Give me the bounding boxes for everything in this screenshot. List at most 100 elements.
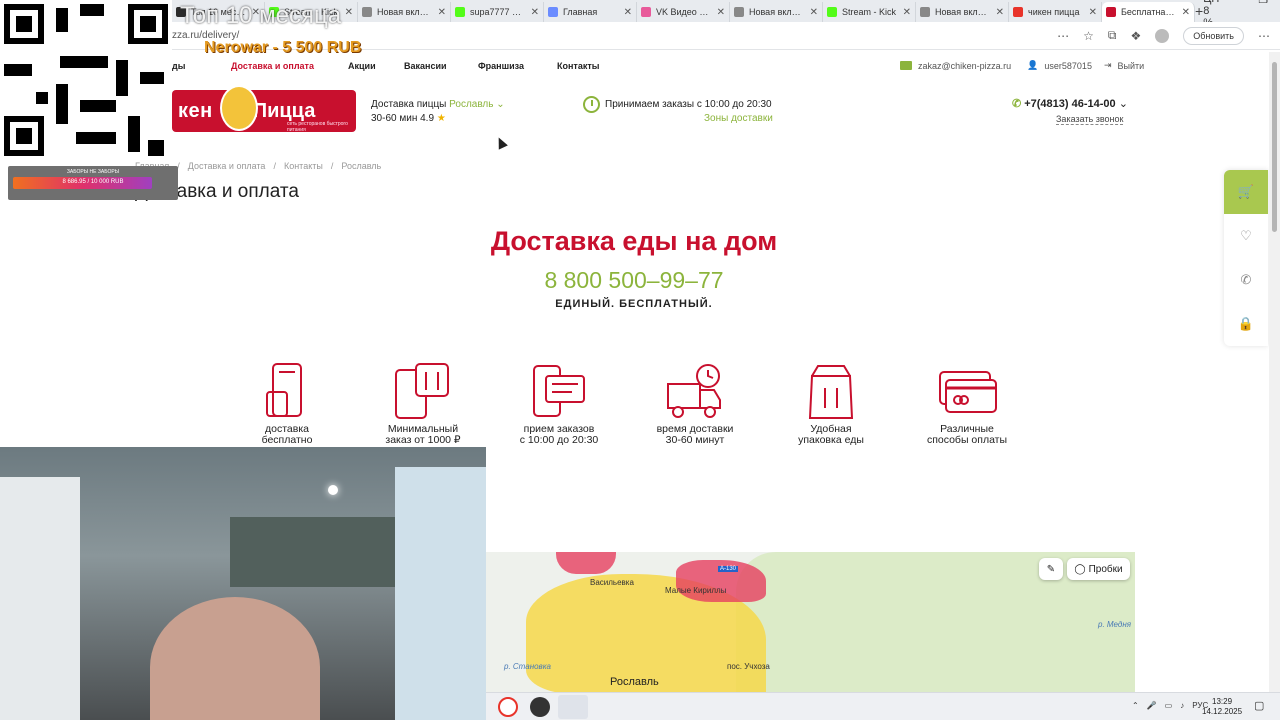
phone-delivery-icon — [266, 363, 302, 417]
delivery-city-selector[interactable]: Доставка пиццы Рославль ⌄ — [371, 99, 505, 110]
tab-close-icon[interactable]: ✕ — [438, 7, 446, 18]
star-icon: ★ — [436, 113, 446, 124]
webcam-lamp — [328, 485, 338, 495]
donation-alert: Nerowar - 5 500 RUB — [204, 39, 362, 56]
volume-icon[interactable]: ♪ — [1180, 701, 1184, 710]
nav-item-promos[interactable]: Акции — [348, 61, 376, 71]
menu-icon[interactable]: ⋯ — [1258, 29, 1270, 43]
chevron-down-icon: ⌄ — [496, 99, 505, 110]
browser-tab[interactable]: чикен пицца ✕ — [1009, 2, 1102, 22]
tab-label: чикен пицца — [1028, 7, 1080, 17]
favorites-heart-icon[interactable]: ♡ — [1224, 214, 1268, 258]
browser-tab[interactable]: Stream - Kick ✕ — [823, 2, 916, 22]
city-name[interactable]: Рославль — [449, 99, 493, 110]
breadcrumb-delivery[interactable]: Доставка и оплата — [188, 161, 266, 171]
right-sidebar: 🛒 ♡ ✆ 🔒 — [1224, 170, 1268, 346]
credit-card-icon — [939, 371, 997, 413]
tab-favicon-icon — [641, 7, 651, 17]
nav-item-vacancies[interactable]: Вакансии — [404, 61, 447, 71]
logo-subtitle: сеть ресторанов быстрого питания — [287, 121, 348, 133]
chicken-mascot-icon — [220, 85, 258, 131]
map-label: Малые Кириллы — [665, 586, 727, 595]
taskbar-clock[interactable]: 13:29 14.12.2025 — [1202, 697, 1242, 717]
tab-label: Новая вкладка — [749, 7, 806, 17]
lock-icon[interactable]: 🔒 — [1224, 302, 1268, 346]
tab-favicon-icon — [920, 7, 930, 17]
update-button[interactable]: Обновить — [1183, 26, 1244, 45]
map-label: пос. Учхоза — [727, 662, 770, 671]
cart-icon[interactable]: 🛒 — [1224, 170, 1268, 214]
nav-item-delivery[interactable]: Доставка и оплата — [231, 61, 314, 71]
hero-phone[interactable]: 8 800 500–99–77 — [0, 267, 1268, 294]
collections-icon[interactable]: ❖ — [1130, 29, 1141, 43]
traffic-button[interactable]: ◯ Пробки — [1067, 558, 1130, 580]
browser-tab[interactable]: Главная ✕ — [544, 2, 637, 22]
phone-number[interactable]: +7(4813) 46-14-00 — [1024, 98, 1115, 110]
webcam-person — [150, 597, 320, 720]
delivery-zones-link[interactable]: Зоны доставки — [704, 113, 773, 124]
feature-free-delivery: доставка бесплатно — [222, 362, 352, 446]
email-link[interactable]: zakaz@chiken-pizza.ru — [918, 61, 1011, 71]
tab-close-icon[interactable]: ✕ — [345, 7, 353, 18]
chevron-down-icon[interactable]: ⌄ — [1119, 98, 1128, 110]
app-icon[interactable] — [530, 697, 550, 717]
logout-link[interactable]: Выйти — [1118, 61, 1145, 71]
map-road-label: А-130 — [718, 566, 739, 572]
stream-top-banner: Топ 10 месяца — [180, 2, 342, 29]
tab-close-icon[interactable]: ✕ — [717, 7, 725, 18]
browser-tab[interactable]: Бесплатная д ✕ — [1102, 2, 1195, 22]
tab-close-icon[interactable]: ✕ — [1089, 7, 1097, 18]
bookmark-star-icon[interactable]: ☆ — [1083, 29, 1094, 43]
profile-avatar[interactable] — [1155, 28, 1170, 43]
map-river-label: р. Медня — [1098, 620, 1132, 629]
site-top-nav: ды Доставка и оплата Акции Вакансии Фран… — [0, 56, 1260, 76]
order-hours: Принимаем заказы с 10:00 до 20:30 — [605, 99, 772, 110]
call-icon[interactable]: ✆ — [1224, 258, 1268, 302]
delivery-time-text: 30-60 мин 4.9 — [371, 113, 435, 124]
browser-tab[interactable]: Новая вкладка ✕ — [916, 2, 1009, 22]
top-right-links: zakaz@chiken-pizza.ru 👤 user587015 ⇥ Вый… — [900, 60, 1144, 71]
tab-label: Новая вкладка — [935, 7, 992, 17]
system-tray: ⌃ 🎤 ▭ ♪ РУС — [1132, 701, 1208, 710]
yandex-browser-icon[interactable] — [498, 697, 518, 717]
nav-item-foods[interactable]: ды — [172, 61, 185, 71]
browser-tab[interactable]: VK Видео — с ✕ — [637, 2, 730, 22]
mail-icon — [900, 61, 912, 70]
network-icon[interactable]: ▭ — [1165, 701, 1173, 710]
obs-icon[interactable] — [558, 695, 588, 719]
new-tab-button[interactable]: + — [1195, 3, 1203, 19]
tab-close-icon[interactable]: ✕ — [531, 7, 539, 18]
delivery-time-rating: 30-60 мин 4.9 ★ — [371, 113, 446, 124]
notifications-icon[interactable]: ▢ — [1254, 699, 1264, 712]
chevron-up-icon[interactable]: ⌃ — [1132, 701, 1139, 710]
tab-close-icon[interactable]: ✕ — [810, 7, 818, 18]
feature-label-2b: заказ от 1000 ₽ — [385, 434, 461, 446]
tab-close-icon[interactable]: ✕ — [903, 7, 911, 18]
tab-close-icon[interactable]: ✕ — [624, 7, 632, 18]
extensions-icon[interactable]: ⧉ — [1108, 28, 1117, 43]
hero-subtitle: ЕДИНЫЙ. БЕСПЛАТНЫЙ. — [555, 298, 713, 310]
feature-label-4b: 30-60 минут — [665, 434, 725, 446]
mic-icon[interactable]: 🎤 — [1147, 701, 1157, 710]
tab-close-icon[interactable]: ✕ — [1182, 7, 1190, 18]
chat-phone-icon — [533, 365, 585, 417]
hero-title: Доставка еды на дом — [490, 226, 778, 256]
site-logo[interactable]: кен Пицца сеть ресторанов быстрого питан… — [172, 85, 356, 133]
nav-item-franchise[interactable]: Франшиза — [478, 61, 524, 71]
reader-icon[interactable]: ⋯ — [1057, 29, 1069, 43]
webcam-cabinet — [230, 517, 400, 587]
delivery-zones-map[interactable]: Васильевка Малые Кириллы А-130 пос. Учхо… — [486, 552, 1135, 692]
page-scrollbar[interactable] — [1269, 52, 1280, 692]
breadcrumb-contacts[interactable]: Контакты — [284, 161, 323, 171]
header-phone[interactable]: ✆ +7(4813) 46-14-00 ⌄ — [1012, 97, 1128, 110]
nav-item-contacts[interactable]: Контакты — [557, 61, 599, 71]
donation-goal-bar: ЗАБОРЫ НЕ ЗАБОРЫ 8 686.95 / 10 000 RUB — [8, 166, 178, 200]
traffic-icon: ◯ — [1074, 563, 1086, 575]
username-link[interactable]: user587015 — [1044, 61, 1092, 71]
ruler-icon[interactable]: ✎ — [1039, 558, 1063, 580]
browser-tab[interactable]: Новая вкладка ✕ — [730, 2, 823, 22]
browser-tab[interactable]: Новая вкладка ✕ — [358, 2, 451, 22]
callback-link[interactable]: Заказать звонок — [1056, 114, 1124, 125]
browser-tab[interactable]: supa7777 Stream ✕ — [451, 2, 544, 22]
tab-close-icon[interactable]: ✕ — [996, 7, 1004, 18]
